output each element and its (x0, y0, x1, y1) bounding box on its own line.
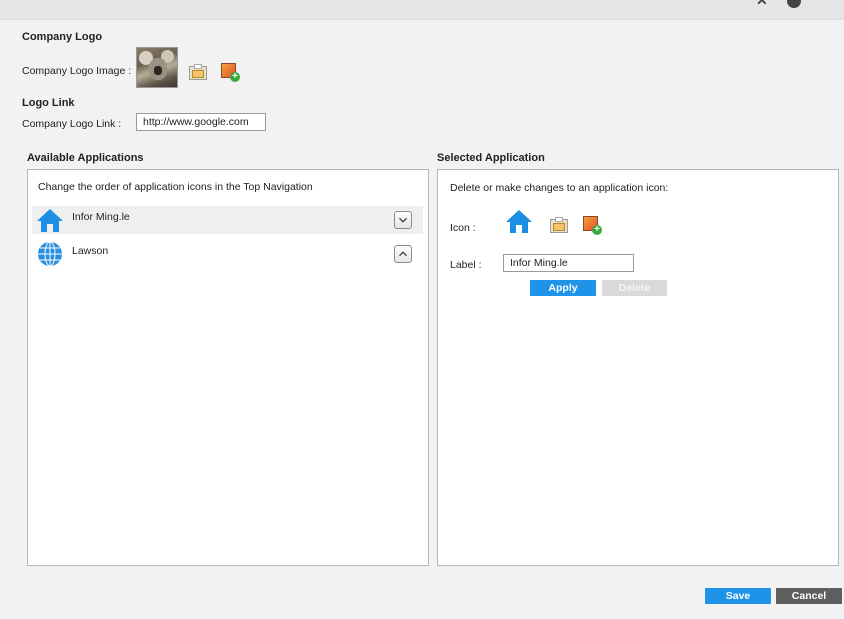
available-applications-instruction: Change the order of application icons in… (38, 181, 313, 193)
add-image-icon[interactable]: + (583, 216, 602, 235)
folder-image-icon[interactable] (189, 64, 207, 80)
selected-application-panel: Delete or make changes to an application… (437, 169, 839, 566)
chevron-down-icon (398, 217, 408, 223)
home-icon (505, 208, 533, 234)
company-logo-heading: Company Logo (22, 31, 103, 43)
move-down-button[interactable] (394, 211, 412, 229)
move-up-button[interactable] (394, 245, 412, 263)
add-image-icon[interactable]: + (221, 63, 240, 82)
logo-link-heading: Logo Link (22, 97, 75, 109)
app-list-item-label: Infor Ming.le (72, 211, 130, 223)
cancel-button[interactable]: Cancel (776, 588, 842, 604)
available-applications-heading: Available Applications (27, 152, 144, 164)
delete-button[interactable]: Delete (602, 280, 667, 296)
available-applications-panel: Change the order of application icons in… (27, 169, 429, 566)
label-field-label: Label : (450, 259, 482, 271)
selected-application-instruction: Delete or make changes to an application… (450, 182, 669, 194)
home-icon (36, 207, 64, 233)
help-icon[interactable] (787, 0, 801, 8)
label-input[interactable]: Infor Ming.le (503, 254, 634, 272)
app-list-item-label: Lawson (72, 245, 109, 257)
app-list-item-infor-mingle[interactable]: Infor Ming.le (32, 206, 423, 234)
top-bar: ✕ (0, 0, 844, 20)
icon-field-label: Icon : (450, 222, 476, 234)
company-logo-link-label: Company Logo Link : (22, 118, 122, 130)
selected-application-heading: Selected Application (437, 152, 545, 164)
apply-button[interactable]: Apply (530, 280, 596, 296)
close-icon[interactable]: ✕ (756, 0, 768, 9)
save-button[interactable]: Save (705, 588, 771, 604)
company-logo-thumbnail (136, 47, 178, 88)
chevron-up-icon (398, 251, 408, 257)
globe-icon (37, 241, 63, 267)
company-logo-image-label: Company Logo Image : (22, 65, 132, 77)
app-list-item-lawson[interactable]: Lawson (32, 240, 423, 268)
folder-image-icon[interactable] (550, 217, 568, 233)
company-logo-link-input[interactable]: http://www.google.com (136, 113, 266, 131)
